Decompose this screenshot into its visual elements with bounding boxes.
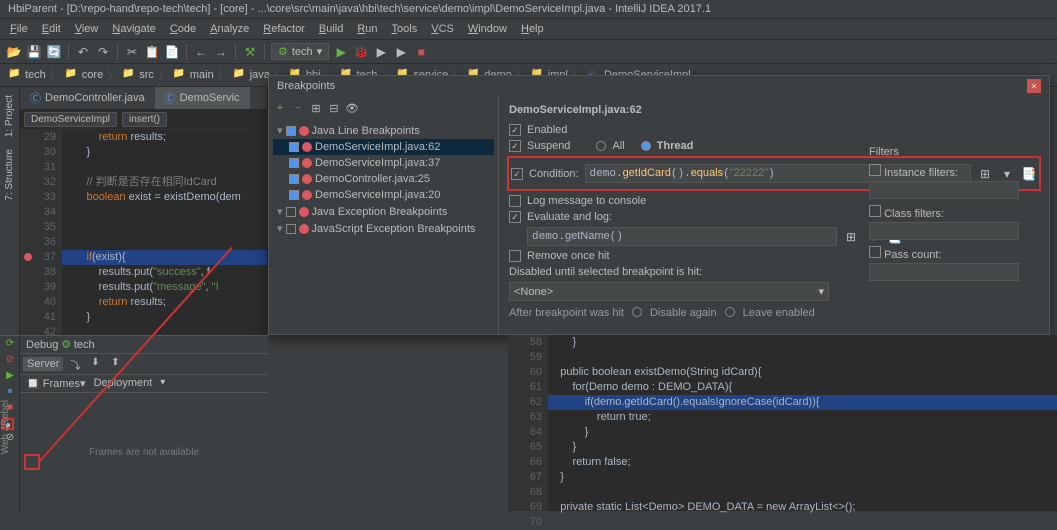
instance-filter-checkbox[interactable] [869,164,881,176]
editor-tab[interactable]: ⒸDemoServic [155,87,250,109]
editor-breadcrumbs: DemoServiceImpl insert() [20,110,267,130]
breakpoint-item[interactable]: DemoServiceImpl.java:62 [273,139,494,155]
stop-icon[interactable]: ■ [413,44,429,60]
breakpoints-dialog: Breakpoints × + − ⊞ ⊟ 👁 ▾Java Line Break… [268,75,1050,335]
menu-edit[interactable]: Edit [36,21,67,37]
breakpoint-item[interactable]: DemoController.java:25 [273,171,494,187]
condition-checkbox[interactable] [511,168,523,180]
refresh-icon[interactable]: 🔄 [46,44,62,60]
breakpoint-group[interactable]: ▾Java Line Breakpoints [273,122,494,139]
breakpoint-item[interactable]: DemoServiceImpl.java:37 [273,155,494,171]
step-into-icon[interactable]: ⬇ [87,357,103,371]
thread-radio[interactable] [641,141,651,151]
run-icon[interactable]: ▶ [333,44,349,60]
breakpoint-group[interactable]: ▾Java Exception Breakpoints [273,203,494,220]
remove-breakpoint-icon[interactable]: − [291,102,305,116]
pass-count-checkbox[interactable] [869,246,881,258]
save-icon[interactable]: 💾 [26,44,42,60]
leave-enabled-radio[interactable] [725,307,735,317]
rerun-icon[interactable]: ⟳ [2,338,18,352]
step-out-icon[interactable]: ⬆ [107,357,123,371]
expand-icon[interactable]: ⊞ [843,229,859,245]
menu-help[interactable]: Help [515,21,550,37]
log-message-checkbox[interactable] [509,195,521,207]
remove-once-checkbox[interactable] [509,250,521,262]
editor-tab[interactable]: ⒸDemoController.java [20,87,155,109]
debug-tool-window: ⟳ ⊘ ▶ ⏸ ■ ● ⊘ Debug ⚙ tech Server ⤵ ⬇ ⬆ … [0,335,268,511]
crumb-class[interactable]: DemoServiceImpl [24,112,117,127]
menu-code[interactable]: Code [164,21,202,37]
run-config-selector[interactable]: ⚙tech▾ [271,43,329,60]
resume-icon[interactable]: ▶ [2,370,18,384]
menu-vcs[interactable]: VCS [425,21,460,37]
frames-empty-label: Frames are not available [20,393,268,511]
structure-tool-button[interactable]: 7: Structure [3,145,16,205]
copy-icon[interactable]: 📋 [144,44,160,60]
menu-navigate[interactable]: Navigate [106,21,161,37]
redo-icon[interactable]: ↷ [95,44,111,60]
window-title: HbiParent - [D:\repo-hand\repo-tech\tech… [0,0,1057,19]
step-over-icon[interactable]: ⤵ [67,357,83,371]
all-radio[interactable] [596,141,606,151]
disabled-until-select[interactable]: <None>▾ [509,282,829,301]
breakpoint-group[interactable]: ▾JavaScript Exception Breakpoints [273,220,494,237]
menu-build[interactable]: Build [313,21,349,37]
back-icon[interactable]: ← [193,44,209,60]
breakpoint-detail: DemoServiceImpl.java:62 Enabled Suspend … [499,96,1049,334]
build-icon[interactable]: ⚒ [242,44,258,60]
breakpoint-name: DemoServiceImpl.java:62 [509,104,1039,116]
cut-icon[interactable]: ✂ [124,44,140,60]
group-icon[interactable]: ⊞ [309,102,323,116]
breakpoint-item[interactable]: DemoServiceImpl.java:20 [273,187,494,203]
main-menu: FileEditViewNavigateCodeAnalyzeRefactorB… [0,19,1057,40]
suspend-checkbox[interactable] [509,140,521,152]
evaluate-log-checkbox[interactable] [509,211,521,223]
pause-icon[interactable]: ⏸ [2,386,18,400]
breadcrumb-item[interactable]: 📁tech [8,68,46,82]
evaluate-input[interactable]: demo.getName() [527,227,837,246]
menu-view[interactable]: View [69,21,105,37]
coverage-icon[interactable]: ▶ [373,44,389,60]
breakpoint-preview-editor[interactable]: 58596061626364656667686970 } public bool… [508,335,1057,511]
menu-analyze[interactable]: Analyze [204,21,255,37]
profile-icon[interactable]: ▶ [393,44,409,60]
main-toolbar: 📂 💾 🔄 ↶ ↷ ✂ 📋 📄 ← → ⚒ ⚙tech▾ ▶ 🐞 ▶ ▶ ■ [0,40,1057,64]
crumb-method[interactable]: insert() [122,112,167,127]
breadcrumb-item[interactable]: 📁main [173,68,214,82]
disable-again-radio[interactable] [632,307,642,317]
group-icon-2[interactable]: ⊟ [327,102,341,116]
view-icon[interactable]: 👁 [345,102,359,116]
menu-refactor[interactable]: Refactor [257,21,311,37]
deployment-tab[interactable]: Deployment [94,377,153,390]
menu-run[interactable]: Run [351,21,383,37]
server-tab[interactable]: Server [23,357,63,371]
pass-count-input[interactable] [869,263,1019,281]
enabled-checkbox[interactable] [509,124,521,136]
breadcrumb-item[interactable]: 📁core [65,68,103,82]
breadcrumb-item[interactable]: 📁java [233,68,270,82]
menu-tools[interactable]: Tools [386,21,424,37]
debug-icon[interactable]: 🐞 [353,44,369,60]
breadcrumb-item[interactable]: 📁src [122,68,154,82]
paste-icon[interactable]: 📄 [164,44,180,60]
instance-filter-input[interactable] [869,181,1019,199]
stop-icon[interactable]: ⊘ [2,354,18,368]
undo-icon[interactable]: ↶ [75,44,91,60]
menu-window[interactable]: Window [462,21,513,37]
class-filter-checkbox[interactable] [869,205,881,217]
open-icon[interactable]: 📂 [6,44,22,60]
breakpoints-tree: + − ⊞ ⊟ 👁 ▾Java Line BreakpointsDemoServ… [269,96,499,334]
editor-tabs: ⒸDemoController.javaⒸDemoServic [20,87,267,110]
menu-file[interactable]: File [4,21,34,37]
breakpoints-title: Breakpoints [277,80,335,92]
add-breakpoint-icon[interactable]: + [273,102,287,116]
project-tool-button[interactable]: 1: Project [3,91,16,141]
forward-icon[interactable]: → [213,44,229,60]
class-filter-input[interactable] [869,222,1019,240]
close-icon[interactable]: × [1027,79,1041,93]
